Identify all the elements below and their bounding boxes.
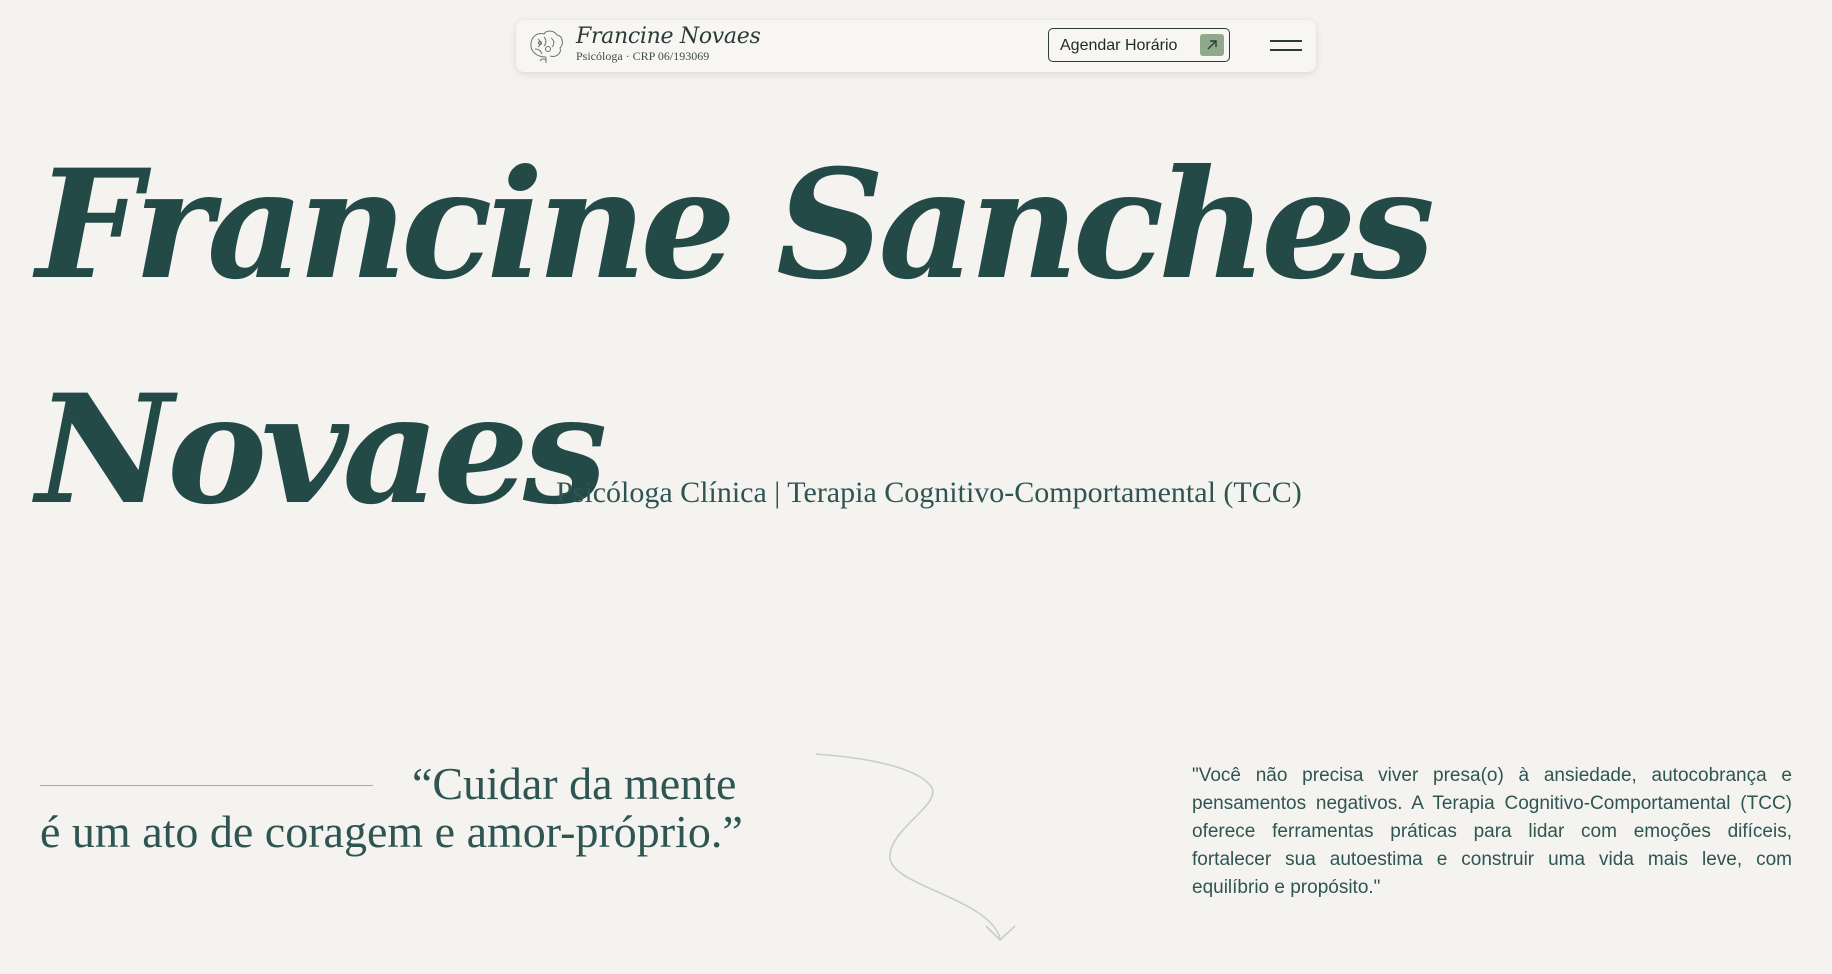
brain-flower-icon[interactable]	[526, 27, 566, 65]
hamburger-menu-icon[interactable]	[1270, 34, 1304, 56]
arrow-up-right-icon	[1200, 34, 1224, 56]
brand-name[interactable]: Francine Novaes	[576, 24, 761, 49]
schedule-appointment-label: Agendar Horário	[1060, 37, 1178, 54]
top-navigation-bar: Francine Novaes Psicóloga · CRP 06/19306…	[516, 20, 1316, 72]
schedule-appointment-button[interactable]: Agendar Horário	[1048, 28, 1230, 62]
mission-statement: "Você não precisa viver presa(o) à ansie…	[1192, 765, 1792, 898]
quote-line1: “Cuidar da mente	[412, 758, 737, 809]
hero-name-line1: Francine Sanches	[36, 137, 1435, 313]
quote-divider	[40, 785, 373, 786]
brand-subtitle: Psicóloga · CRP 06/193069	[576, 49, 710, 63]
hero-tagline: Psicóloga Clínica | Terapia Cognitivo-Co…	[556, 476, 1302, 509]
quote-line2: é um ato de coragem e amor-próprio.”	[40, 806, 743, 857]
scroll-down-arrow-icon[interactable]	[810, 748, 1040, 948]
page: Francine Novaes Psicóloga · CRP 06/19306…	[0, 0, 1832, 974]
hero-name-line2: Novaes	[36, 362, 607, 538]
